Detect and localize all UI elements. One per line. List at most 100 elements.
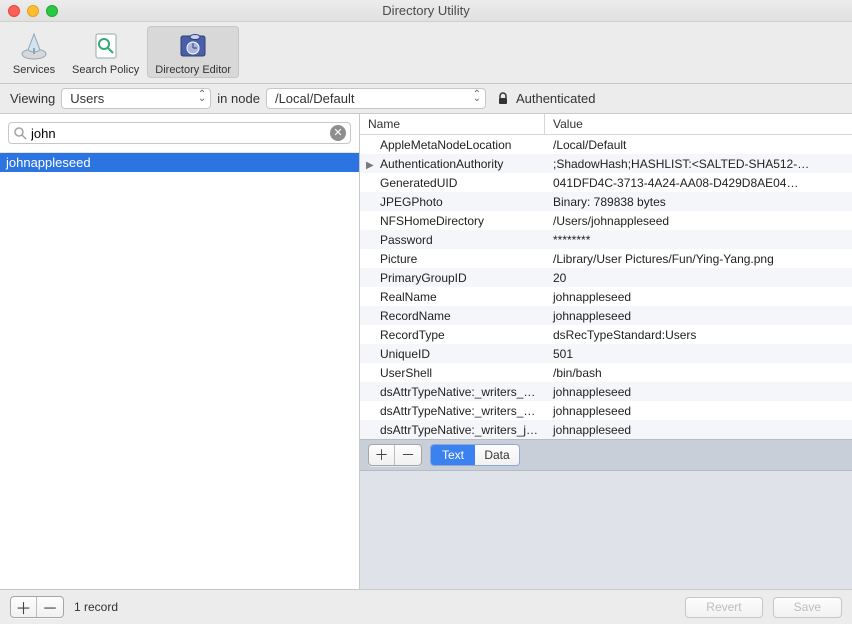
attribute-value: johnappleseed [545, 423, 852, 437]
directory-editor-label: Directory Editor [155, 64, 231, 76]
attribute-name: dsAttrTypeNative:_writers_… [360, 404, 545, 418]
attribute-value: johnappleseed [545, 385, 852, 399]
attribute-row[interactable]: UniqueID501 [360, 344, 852, 363]
clear-search-button[interactable]: ✕ [330, 125, 346, 141]
disclosure-triangle-icon[interactable]: ▶ [366, 160, 374, 171]
titlebar: Directory Utility [0, 0, 852, 22]
text-view-button[interactable]: Text [431, 445, 475, 465]
attributes-empty-area [360, 471, 852, 589]
node-select[interactable]: /Local/Default [266, 88, 486, 109]
zoom-window-button[interactable] [46, 5, 58, 17]
column-header-name[interactable]: Name [360, 114, 545, 134]
attribute-row[interactable]: NFSHomeDirectory/Users/johnappleseed [360, 211, 852, 230]
attributes-pane: Name Value AppleMetaNodeLocation/Local/D… [360, 114, 852, 589]
attribute-name: AppleMetaNodeLocation [360, 138, 545, 152]
search-field[interactable]: ✕ [8, 122, 351, 144]
attribute-name: UniqueID [360, 347, 545, 361]
record-add-remove-segment: ＋ － [10, 596, 64, 618]
window-controls [8, 5, 58, 17]
attribute-name: Password [360, 233, 545, 247]
attribute-row[interactable]: dsAttrTypeNative:_writers_j…johnapplesee… [360, 420, 852, 439]
attributes-table[interactable]: AppleMetaNodeLocation/Local/Default▶Auth… [360, 135, 852, 439]
auth-status-label: Authenticated [516, 91, 596, 106]
attribute-value: /Users/johnappleseed [545, 214, 852, 228]
attribute-row[interactable]: RealNamejohnappleseed [360, 287, 852, 306]
add-record-button[interactable]: ＋ [11, 597, 37, 617]
add-attribute-button[interactable]: ＋ [369, 445, 395, 465]
attribute-name: dsAttrTypeNative:_writers_… [360, 385, 545, 399]
attribute-value: 501 [545, 347, 852, 361]
attribute-column-header: Name Value [360, 114, 852, 135]
search-input[interactable] [27, 126, 330, 141]
data-view-button[interactable]: Data [475, 445, 519, 465]
attribute-name: UserShell [360, 366, 545, 380]
attribute-value: /bin/bash [545, 366, 852, 380]
footer-bar: ＋ － 1 record Revert Save [0, 590, 852, 624]
attributes-toolbar: ＋ － Text Data [360, 439, 852, 471]
attribute-name: NFSHomeDirectory [360, 214, 545, 228]
viewing-label: Viewing [10, 91, 55, 106]
attribute-row[interactable]: ▶AuthenticationAuthority;ShadowHash;HASH… [360, 154, 852, 173]
attribute-row[interactable]: JPEGPhotoBinary: 789838 bytes [360, 192, 852, 211]
attribute-row[interactable]: UserShell/bin/bash [360, 363, 852, 382]
attribute-name: JPEGPhoto [360, 195, 545, 209]
attribute-row[interactable]: dsAttrTypeNative:_writers_…johnappleseed [360, 401, 852, 420]
filter-bar: Viewing Users in node /Local/Default Aut… [0, 84, 852, 114]
attribute-value: Binary: 789838 bytes [545, 195, 852, 209]
revert-button[interactable]: Revert [685, 597, 762, 618]
record-row[interactable]: johnappleseed [0, 153, 359, 172]
attribute-value: /Library/User Pictures/Fun/Ying-Yang.png [545, 252, 852, 266]
attribute-value: dsRecTypeStandard:Users [545, 328, 852, 342]
attribute-name: RecordName [360, 309, 545, 323]
attribute-row[interactable]: RecordNamejohnappleseed [360, 306, 852, 325]
attribute-row[interactable]: Picture/Library/User Pictures/Fun/Ying-Y… [360, 249, 852, 268]
attribute-name: RealName [360, 290, 545, 304]
attribute-row[interactable]: dsAttrTypeNative:_writers_…johnappleseed [360, 382, 852, 401]
directory-editor-icon [177, 30, 209, 62]
attribute-name: PrimaryGroupID [360, 271, 545, 285]
attribute-row[interactable]: GeneratedUID041DFD4C-3713-4A24-AA08-D429… [360, 173, 852, 192]
attribute-name: GeneratedUID [360, 176, 545, 190]
services-tab[interactable]: Services [4, 26, 64, 78]
record-count-label: 1 record [74, 600, 118, 614]
attribute-value: johnappleseed [545, 309, 852, 323]
viewing-select[interactable]: Users [61, 88, 211, 109]
attribute-row[interactable]: AppleMetaNodeLocation/Local/Default [360, 135, 852, 154]
attribute-row[interactable]: RecordTypedsRecTypeStandard:Users [360, 325, 852, 344]
search-icon [13, 126, 27, 140]
search-policy-label: Search Policy [72, 64, 139, 76]
window-title: Directory Utility [382, 3, 469, 18]
attribute-row[interactable]: PrimaryGroupID20 [360, 268, 852, 287]
remove-attribute-button[interactable]: － [395, 445, 421, 465]
column-header-value[interactable]: Value [545, 114, 852, 134]
services-label: Services [13, 64, 55, 76]
main-split: ✕ johnappleseed Name Value AppleMetaNode… [0, 114, 852, 590]
records-pane: ✕ johnappleseed [0, 114, 360, 589]
attribute-value: 20 [545, 271, 852, 285]
attribute-value: johnappleseed [545, 290, 852, 304]
save-button[interactable]: Save [773, 597, 842, 618]
view-mode-segment: Text Data [430, 444, 520, 466]
remove-record-button[interactable]: － [37, 597, 63, 617]
chevron-updown-icon [198, 91, 206, 103]
attribute-value: ;ShadowHash;HASHLIST:<SALTED-SHA512-… [545, 157, 852, 171]
attribute-name: dsAttrTypeNative:_writers_j… [360, 423, 545, 437]
attribute-value: 041DFD4C-3713-4A24-AA08-D429D8AE04… [545, 176, 852, 190]
attribute-value: ******** [545, 233, 852, 247]
directory-editor-tab[interactable]: Directory Editor [147, 26, 239, 78]
search-policy-icon [90, 30, 122, 62]
records-list[interactable]: johnappleseed [0, 153, 359, 589]
close-window-button[interactable] [8, 5, 20, 17]
search-policy-tab[interactable]: Search Policy [64, 26, 147, 78]
attribute-value: /Local/Default [545, 138, 852, 152]
viewing-value: Users [70, 91, 104, 106]
toolbar: Services Search Policy Directory Editor [0, 22, 852, 84]
minimize-window-button[interactable] [27, 5, 39, 17]
attribute-name: Picture [360, 252, 545, 266]
attr-add-remove-segment: ＋ － [368, 444, 422, 466]
services-icon [18, 30, 50, 62]
attribute-name: ▶AuthenticationAuthority [360, 157, 545, 171]
attribute-value: johnappleseed [545, 404, 852, 418]
attribute-row[interactable]: Password******** [360, 230, 852, 249]
lock-icon[interactable] [496, 92, 510, 106]
